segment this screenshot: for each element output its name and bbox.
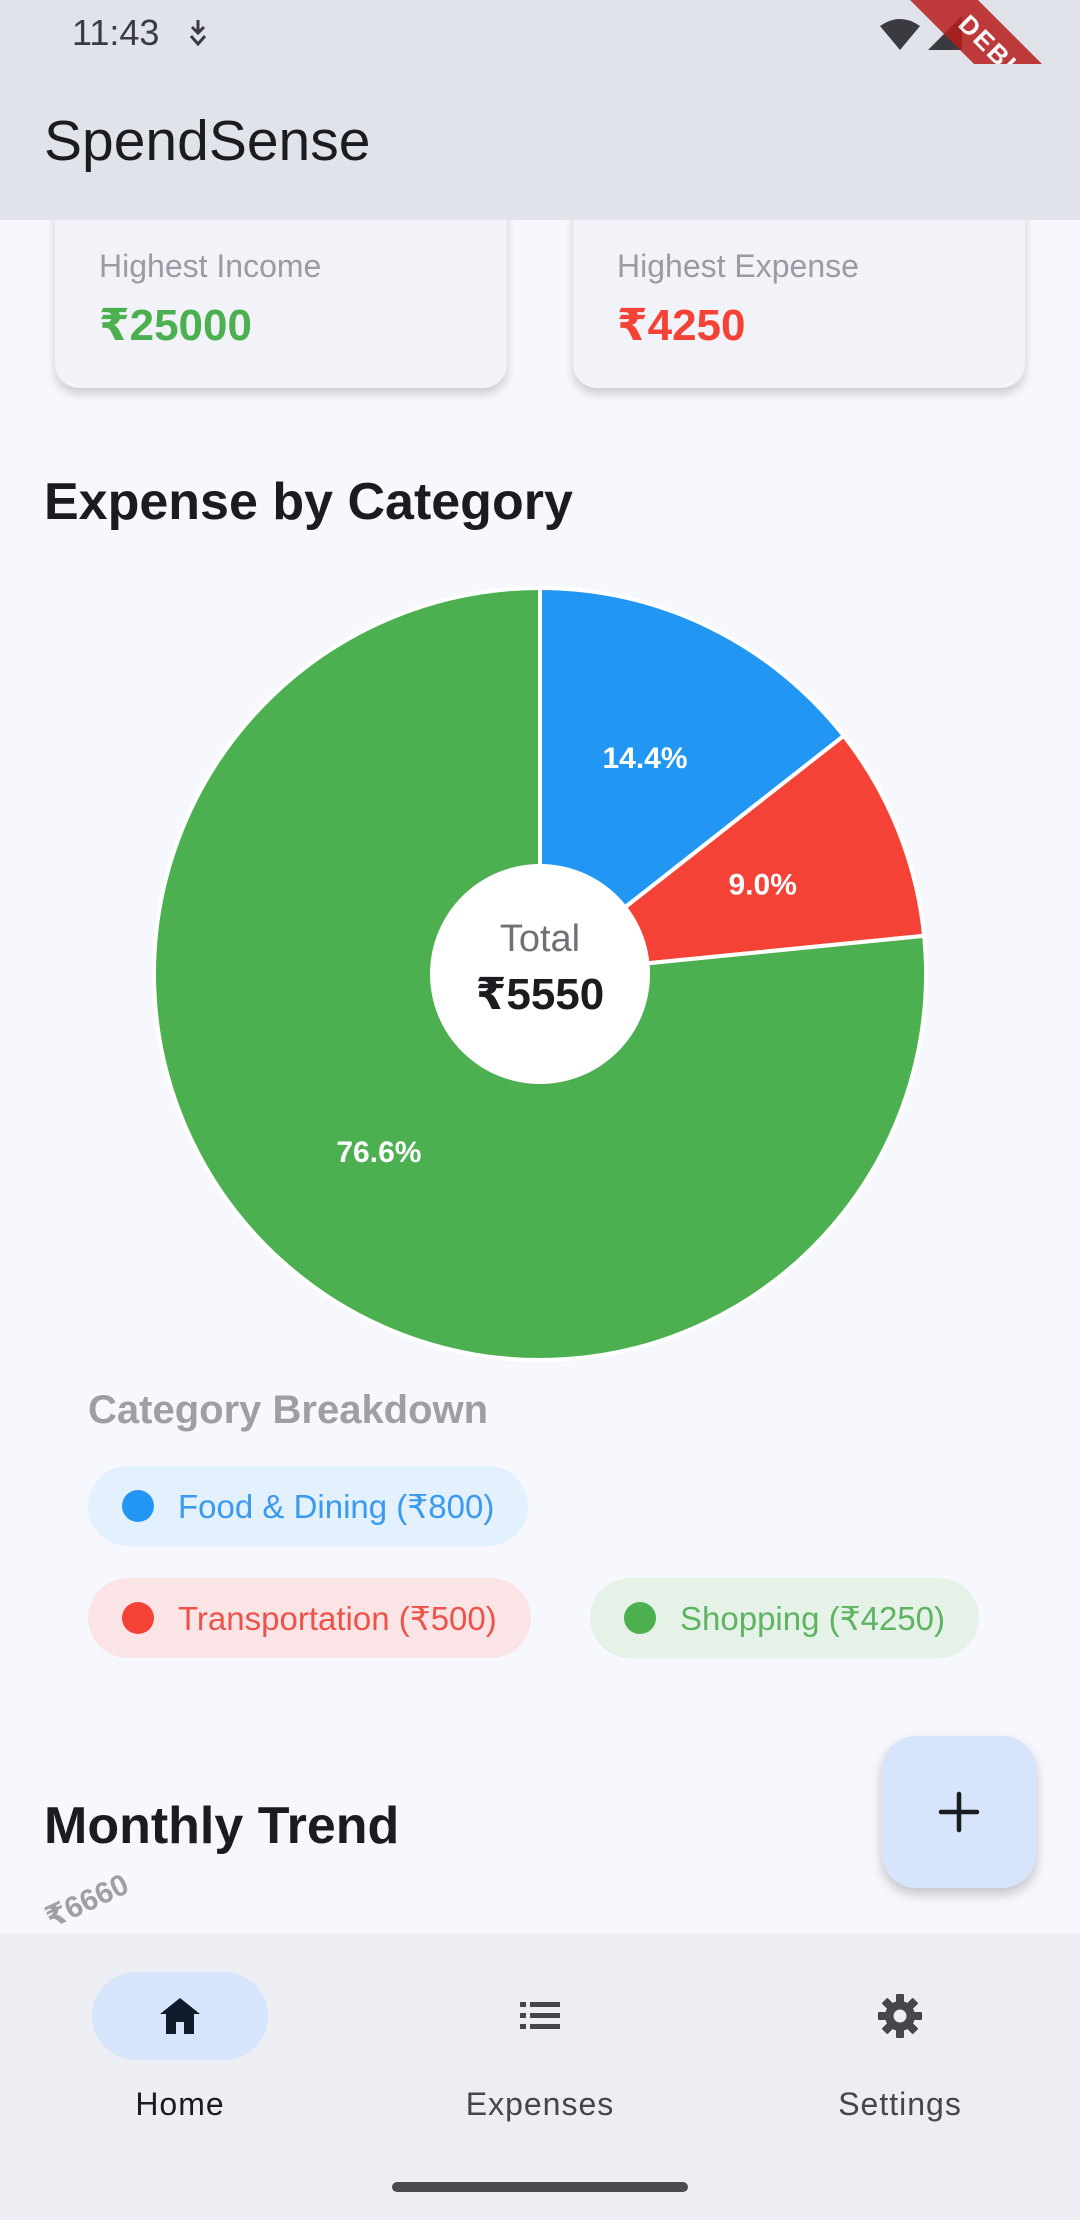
nav-item-home[interactable]: Home — [50, 1972, 310, 2132]
pie-percent-label: 9.0% — [728, 869, 796, 902]
highest-income-card: Highest Income ₹25000 — [55, 220, 507, 388]
wifi-icon — [878, 18, 922, 55]
highest-income-label: Highest Income — [99, 248, 322, 284]
highest-expense-card: Highest Expense ₹4250 — [573, 220, 1025, 388]
bottom-navigation: Home Expenses Settings — [0, 1934, 1080, 2220]
nav-label-expenses: Expenses — [465, 2086, 615, 2122]
pie-percent-label: 14.4% — [602, 742, 687, 775]
category-breakdown-title: Category Breakdown — [88, 1388, 489, 1432]
expense-by-category-title: Expense by Category — [44, 473, 573, 531]
add-expense-fab[interactable] — [882, 1736, 1036, 1888]
category-chip-transportation[interactable]: Transportation (₹500) — [88, 1578, 531, 1658]
expense-pie-chart[interactable]: 14.4% 9.0% 76.6% Total ₹5550 — [152, 586, 928, 1362]
category-chip-food-dining[interactable]: Food & Dining (₹800) — [88, 1466, 529, 1546]
chip-label: Shopping (₹4250) — [680, 1599, 946, 1637]
app-bar: SpendSense — [0, 64, 1080, 220]
status-bar: 11:43 DEBUG — [0, 0, 1080, 187]
add-icon — [938, 1791, 980, 1833]
list-icon — [520, 2002, 560, 2029]
download-status-icon — [186, 18, 210, 53]
nav-label-home: Home — [135, 2086, 225, 2122]
chip-label: Transportation (₹500) — [178, 1599, 497, 1637]
pie-center: Total ₹5550 — [430, 864, 650, 1084]
nav-item-expenses[interactable]: Expenses — [410, 1972, 670, 2132]
highest-expense-value: ₹4250 — [617, 301, 746, 350]
nav-item-settings[interactable]: Settings — [770, 1972, 1030, 2132]
highest-income-value: ₹25000 — [99, 301, 252, 350]
category-chip-shopping[interactable]: Shopping (₹4250) — [590, 1578, 980, 1658]
home-icon — [160, 1998, 200, 2034]
pie-total-value: ₹5550 — [475, 970, 605, 1019]
chip-color-dot — [624, 1602, 656, 1634]
pie-percent-label: 76.6% — [336, 1136, 421, 1169]
chip-color-dot — [122, 1490, 154, 1522]
status-time: 11:43 — [72, 12, 160, 53]
chip-color-dot — [122, 1602, 154, 1634]
home-content[interactable]: Highest Income ₹25000 Highest Expense ₹4… — [0, 220, 1080, 1934]
monthly-trend-title: Monthly Trend — [44, 1797, 400, 1855]
home-indicator — [392, 2182, 688, 2192]
app-title: SpendSense — [44, 109, 371, 173]
pie-total-label: Total — [499, 918, 581, 960]
highest-expense-label: Highest Expense — [617, 248, 859, 284]
nav-label-settings: Settings — [838, 2086, 962, 2122]
chip-label: Food & Dining (₹800) — [178, 1487, 495, 1525]
trend-axis-label: ₹6660 — [40, 1867, 134, 1934]
gear-icon — [878, 1994, 922, 2038]
